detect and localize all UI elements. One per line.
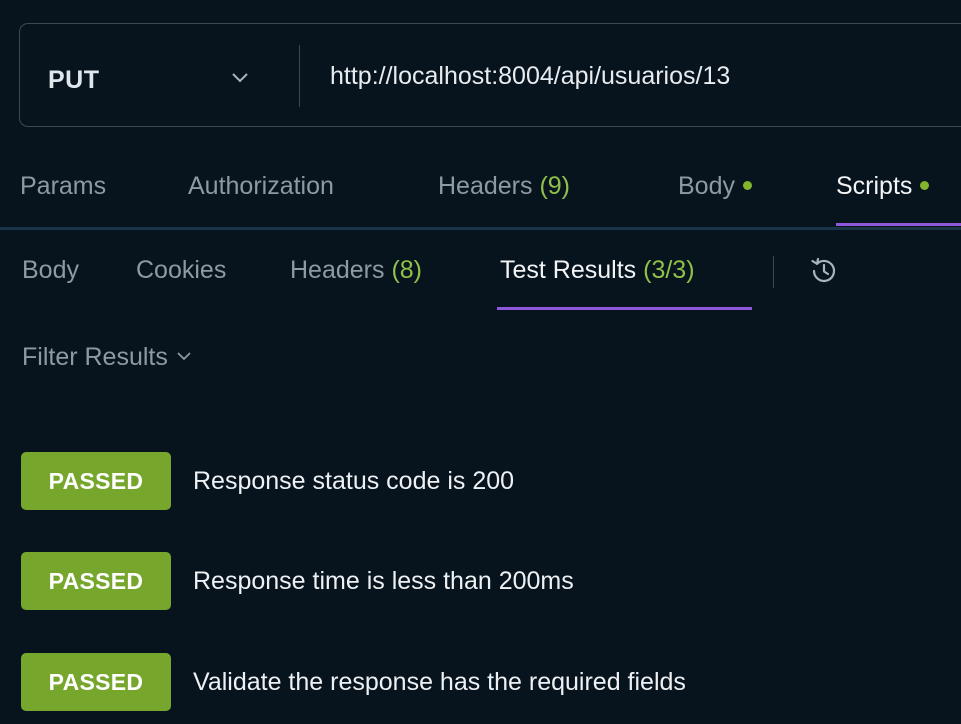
method-url-divider (299, 45, 300, 107)
tab-label: Cookies (136, 256, 227, 284)
url-input[interactable]: http://localhost:8004/api/usuarios/13 (330, 62, 730, 91)
test-result-item: PASSED Response time is less than 200ms (21, 552, 951, 610)
tab-label: Body (678, 172, 735, 200)
test-name: Validate the response has the required f… (193, 668, 686, 696)
tabs-divider (0, 227, 961, 230)
tab-headers[interactable]: Headers (9) (438, 172, 570, 201)
chevron-down-icon[interactable] (228, 68, 252, 88)
tab-label: Scripts (836, 172, 913, 200)
chevron-down-icon (177, 352, 191, 361)
tab-body[interactable]: Body (678, 172, 752, 201)
passed-badge: PASSED (21, 653, 171, 711)
dot-icon (920, 180, 930, 190)
tab-label: Headers (438, 172, 533, 200)
request-bar: PUT http://localhost:8004/api/usuarios/1… (19, 23, 961, 127)
tab-count: (8) (391, 256, 423, 284)
tab-label: Params (20, 172, 107, 200)
tab-response-body[interactable]: Body (22, 256, 79, 285)
test-name: Response time is less than 200ms (193, 567, 574, 595)
api-client-window: PUT http://localhost:8004/api/usuarios/1… (0, 0, 961, 724)
tab-authorization[interactable]: Authorization (188, 172, 334, 201)
dot-icon (742, 180, 752, 190)
method-selector[interactable]: PUT (48, 66, 100, 95)
tab-params[interactable]: Params (20, 172, 106, 201)
tab-label: Headers (290, 256, 385, 284)
active-tab-indicator (497, 307, 752, 310)
tab-scripts[interactable]: Scripts (836, 172, 930, 201)
passed-badge: PASSED (21, 552, 171, 610)
test-result-item: PASSED Response status code is 200 (21, 452, 951, 510)
tab-count: (3/3) (643, 256, 695, 284)
tab-test-results[interactable]: Test Results (3/3) (500, 256, 695, 285)
active-tab-indicator (836, 223, 961, 226)
passed-badge: PASSED (21, 452, 171, 510)
filter-results-dropdown[interactable]: Filter Results (22, 343, 192, 372)
tab-label: Test Results (500, 256, 637, 284)
test-name: Response status code is 200 (193, 467, 515, 495)
tab-label: Body (22, 256, 79, 284)
history-icon[interactable] (806, 253, 842, 289)
tab-label: Authorization (188, 172, 334, 200)
tab-count: (9) (539, 172, 571, 200)
filter-label: Filter Results (22, 343, 168, 371)
tab-cookies[interactable]: Cookies (136, 256, 226, 285)
test-result-item: PASSED Validate the response has the req… (21, 653, 951, 711)
tab-response-headers[interactable]: Headers (8) (290, 256, 422, 285)
tabs-separator (773, 256, 774, 288)
